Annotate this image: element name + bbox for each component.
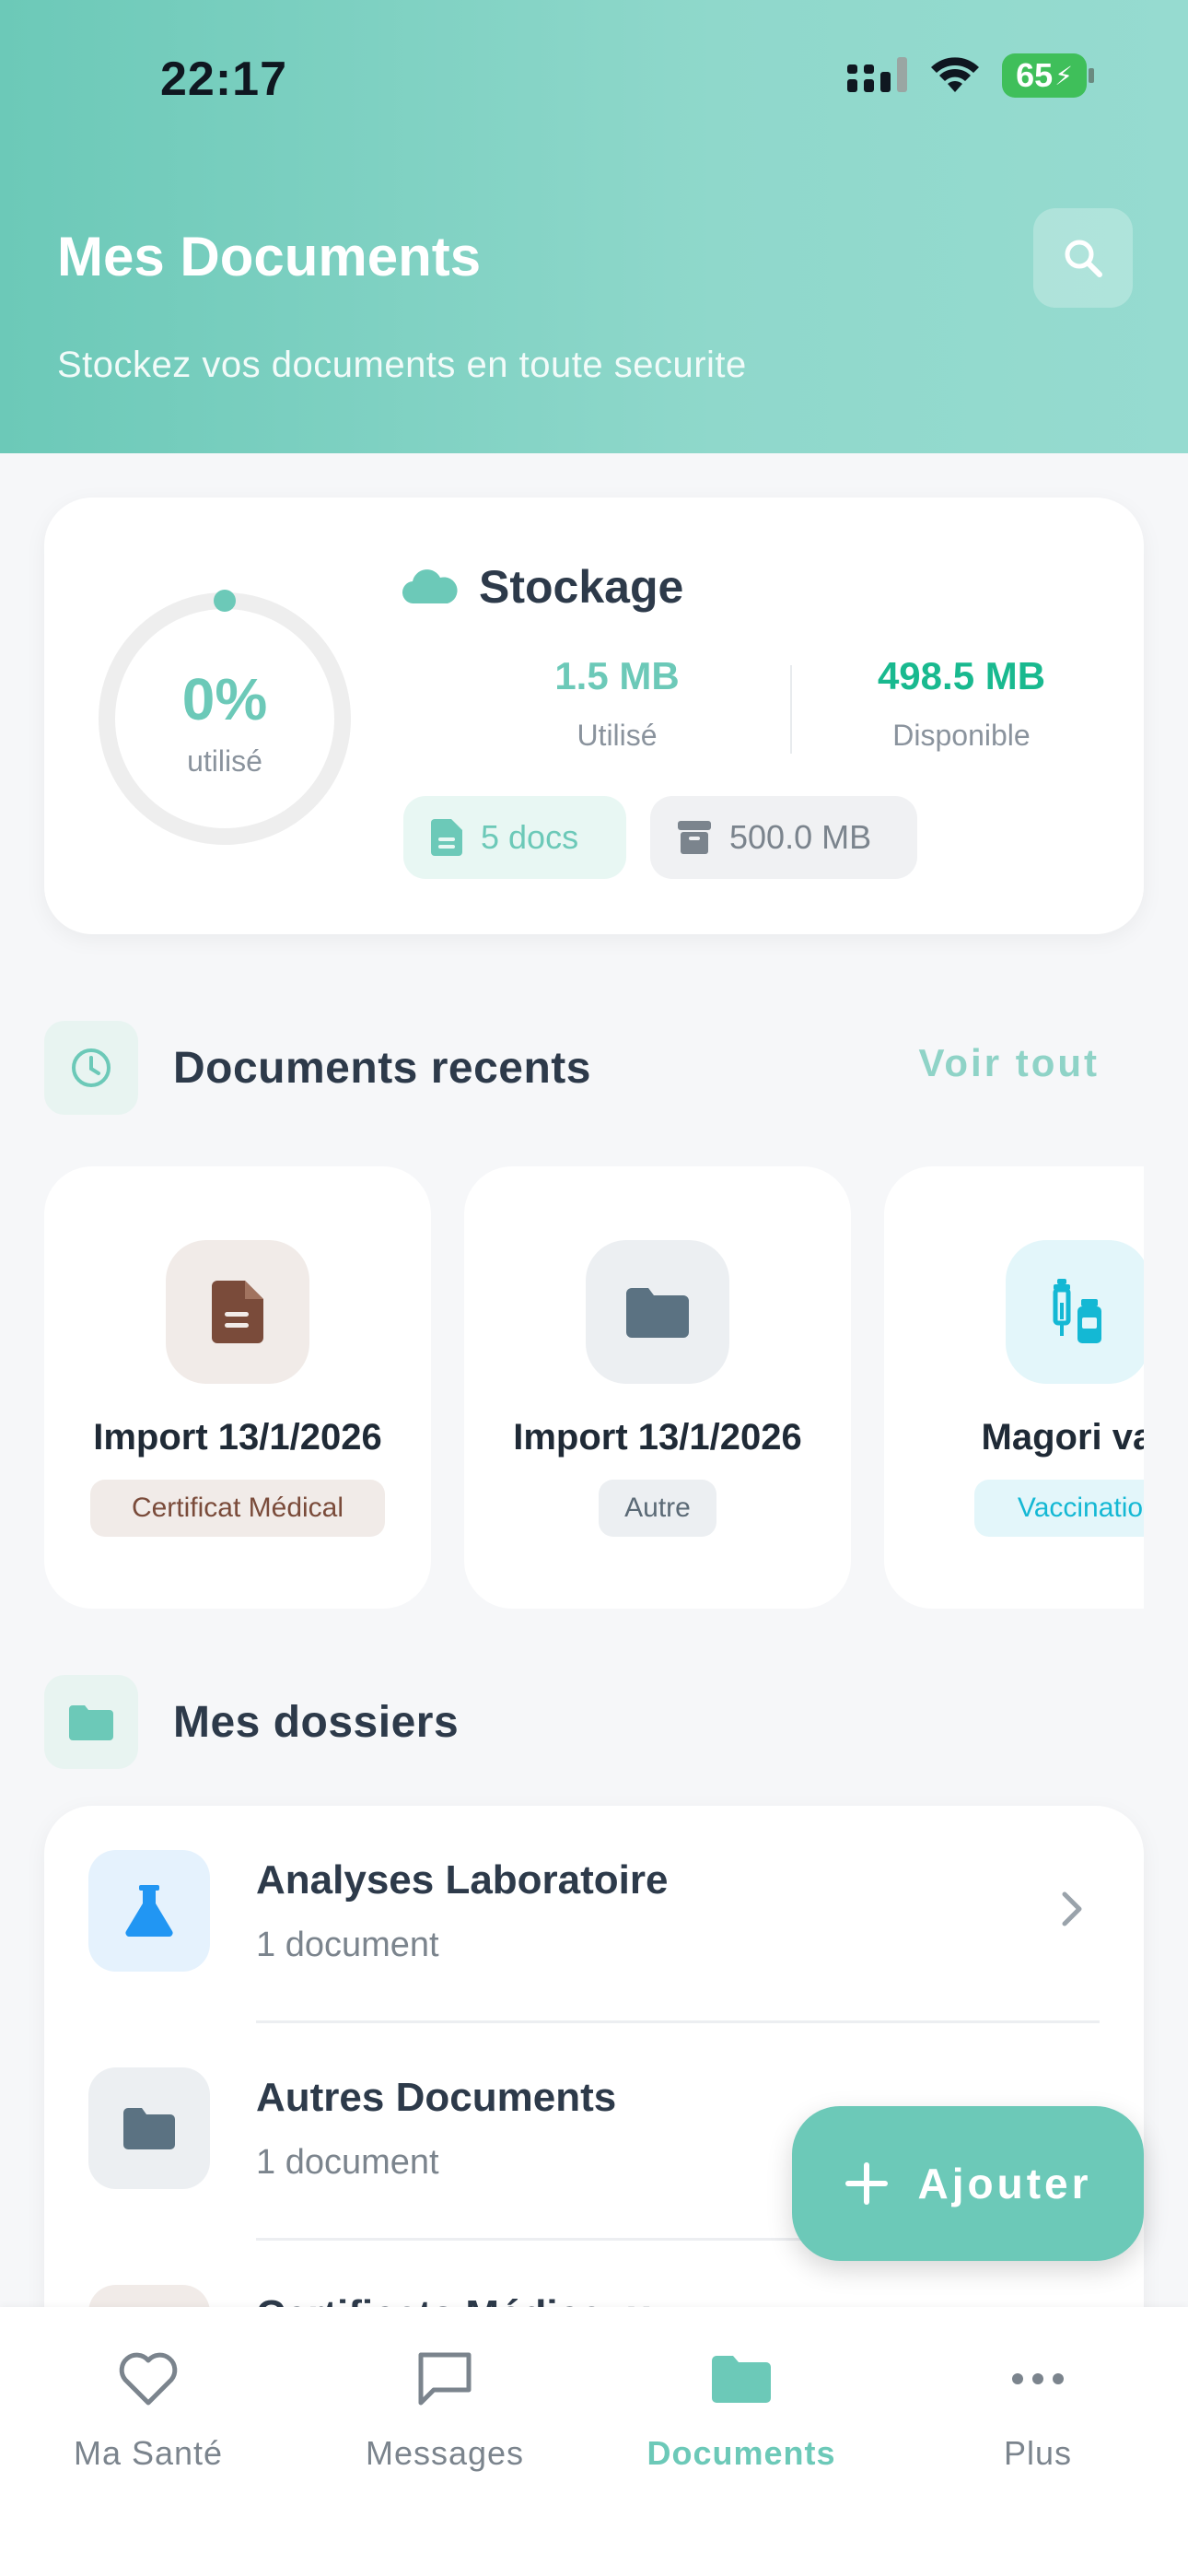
storage-used: 1.5 MB Utilisé [479, 654, 755, 753]
app-screen: 22:17 65 ⚡ Mes Documents Stockez vos docu… [0, 0, 1188, 2576]
folder-count: 1 document [256, 1926, 439, 1964]
recent-doc-tag: Vaccinatio [974, 1480, 1144, 1537]
folder-row[interactable]: Analyses Laboratoire 1 document [44, 1806, 1144, 2023]
recent-doc-card[interactable]: Import 13/1/2026 Autre [464, 1166, 851, 1609]
add-document-button[interactable]: Ajouter [792, 2106, 1144, 2261]
folder-icon [586, 1240, 729, 1384]
recent-doc-name: Import 13/1/2026 [513, 1417, 802, 1458]
nav-label: Documents [646, 2434, 836, 2472]
recent-doc-card[interactable]: Import 13/1/2026 Certificat Médical [44, 1166, 431, 1609]
recent-doc-name: Import 13/1/2026 [93, 1417, 382, 1458]
storage-available: 498.5 MB Disponible [823, 654, 1100, 753]
folder-icon [88, 2067, 210, 2189]
nav-label: Plus [1003, 2434, 1073, 2472]
storage-card: 0% utilisé Stockage 1.5 MB Utilisé 498.5… [44, 498, 1144, 934]
nav-label: Messages [365, 2434, 525, 2472]
recent-title: Documents recents [173, 1043, 591, 1093]
add-button-label: Ajouter [917, 2160, 1092, 2207]
chevron-right-icon [1062, 1891, 1082, 1926]
battery-level: 65 [1016, 56, 1054, 94]
message-icon [418, 2352, 472, 2406]
nav-label: Ma Santé [73, 2434, 224, 2472]
nav-item-plus[interactable]: Plus [890, 2333, 1186, 2473]
plus-icon [844, 2162, 888, 2205]
nav-item-messages[interactable]: Messages [297, 2333, 593, 2473]
nav-item-documents[interactable]: Documents [593, 2333, 890, 2473]
folder-icon [44, 1675, 138, 1769]
folder-title: Autres Documents [256, 2075, 617, 2120]
folders-section-header: Mes dossiers [44, 1675, 459, 1769]
docs-count-chip: 5 docs [403, 796, 626, 879]
capacity-label: 500.0 MB [729, 818, 872, 856]
cellular-signal-icon [847, 57, 907, 92]
storage-available-value: 498.5 MB [877, 654, 1046, 697]
storage-ring: 0% utilisé [96, 590, 354, 848]
page-subtitle: Stockez vos documents en toute securite [57, 345, 747, 385]
storage-title: Stockage [479, 561, 684, 613]
capacity-chip: 500.0 MB [650, 796, 917, 879]
wifi-icon [931, 57, 979, 92]
storage-percent: 0% [181, 666, 268, 732]
heart-icon [119, 2352, 178, 2406]
document-icon [431, 819, 462, 856]
vaccine-icon [1006, 1240, 1144, 1384]
docs-count-label: 5 docs [481, 818, 579, 856]
status-icons: 65 ⚡ [847, 53, 1094, 98]
archive-icon [678, 821, 711, 854]
battery-icon: 65 ⚡ [1002, 53, 1094, 98]
more-icon [1012, 2373, 1064, 2384]
storage-header: Stockage [402, 560, 683, 614]
storage-used-value: 1.5 MB [554, 654, 680, 697]
charging-bolt-icon: ⚡ [1054, 61, 1073, 90]
search-button[interactable] [1033, 208, 1133, 308]
storage-available-label: Disponible [892, 719, 1031, 752]
storage-used-label: Utilisé [577, 719, 658, 752]
nav-item-ma-sante[interactable]: Ma Santé [0, 2333, 297, 2473]
storage-divider [790, 665, 792, 754]
folder-icon [712, 2356, 771, 2403]
flask-icon [88, 1850, 210, 1972]
search-icon [1065, 240, 1102, 277]
storage-ring-marker [214, 590, 236, 612]
storage-percent-caption: utilisé [187, 744, 262, 778]
recent-section-header: Documents recents [44, 1021, 591, 1115]
recent-doc-tag: Certificat Médical [90, 1480, 385, 1537]
recent-doc-card[interactable]: Magori vac Vaccinatio [884, 1166, 1144, 1609]
see-all-link[interactable]: Voir tout [918, 1041, 1100, 1085]
clock-icon [44, 1021, 138, 1115]
status-time: 22:17 [160, 53, 287, 106]
recent-doc-name: Magori vac [981, 1417, 1144, 1458]
folder-count: 1 document [256, 2143, 439, 2182]
folder-title: Analyses Laboratoire [256, 1857, 669, 1903]
document-icon [166, 1240, 309, 1384]
recent-doc-tag: Autre [599, 1480, 716, 1537]
header: 22:17 65 ⚡ Mes Documents Stockez vos docu… [0, 0, 1188, 453]
recent-documents-carousel[interactable]: Import 13/1/2026 Certificat Médical Impo… [44, 1166, 1144, 1609]
bottom-navigation: Ma Santé Messages Documents Plus [0, 2307, 1188, 2576]
page-title: Mes Documents [57, 226, 482, 287]
folders-title: Mes dossiers [173, 1697, 460, 1747]
cloud-icon [402, 569, 458, 604]
